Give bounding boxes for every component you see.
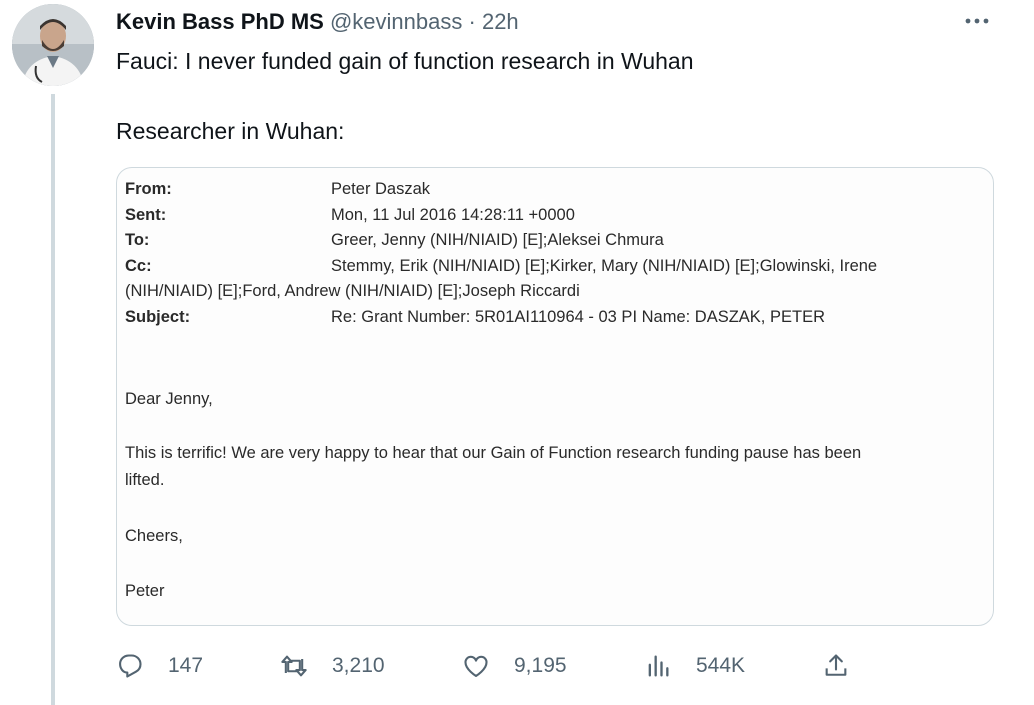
sent-label: Sent:: [125, 205, 167, 224]
email-sent-row: Sent: Mon, 11 Jul 2016 14:28:11 +0000: [125, 203, 985, 229]
email-greeting: Dear Jenny,: [125, 390, 213, 408]
header-separator: ·: [468, 9, 476, 34]
to-value: Greer, Jenny (NIH/NIAID) [E];Aleksei Chm…: [331, 231, 664, 250]
sent-value: Mon, 11 Jul 2016 14:28:11 +0000: [331, 205, 575, 224]
author-handle[interactable]: @kevinnbass: [330, 9, 462, 34]
cc-label: Cc:: [125, 256, 152, 275]
views-chart-icon: [648, 655, 669, 677]
from-value: Peter Daszak: [331, 180, 431, 198]
email-screenshot-image[interactable]: From: Peter Daszak Sent: Mon, 11 Jul 201…: [116, 167, 994, 626]
tweet-header: Kevin Bass PhD MS @kevinnbass · 22h: [116, 6, 519, 38]
avatar[interactable]: [12, 4, 94, 86]
views-button[interactable]: 544K: [644, 648, 745, 684]
retweet-button[interactable]: 3,210: [280, 648, 385, 684]
more-dots-glyph: [965, 18, 989, 24]
email-header: From: Peter Daszak Sent: Mon, 11 Jul 201…: [125, 177, 985, 331]
subject-value: Re: Grant Number: 5R01AI110964 - 03 PI N…: [331, 307, 825, 326]
email-cc-row: Cc: Stemmy, Erik (NIH/NIAID) [E];Kirker,…: [125, 254, 985, 280]
tweet-timestamp[interactable]: 22h: [482, 9, 519, 34]
email-body-line-2: lifted.: [125, 471, 165, 489]
tweet-actions-bar: 147 3,210 9,195 544K: [116, 648, 876, 684]
email-from-row: From: Peter Daszak: [125, 177, 985, 203]
reply-button[interactable]: 147: [116, 648, 203, 684]
email-body-line-1: This is terrific! We are very happy to h…: [125, 444, 862, 462]
cc-value-line-1: Stemmy, Erik (NIH/NIAID) [E];Kirker, Mar…: [331, 256, 878, 275]
share-button[interactable]: [822, 648, 850, 684]
tweet-line-1: Fauci: I never funded gain of function r…: [116, 48, 694, 74]
avatar-photo: [12, 4, 94, 86]
subject-label: Subject:: [125, 307, 191, 326]
retweet-icon: [281, 655, 307, 677]
tweet-text: Fauci: I never funded gain of function r…: [116, 44, 693, 148]
more-dots-icon[interactable]: [960, 6, 994, 38]
email-subject-row: Subject: Re: Grant Number: 5R01AI110964 …: [125, 305, 985, 331]
from-label: From:: [125, 180, 172, 198]
cc-value-line-2: (NIH/NIAID) [E];Ford, Andrew (NIH/NIAID)…: [125, 282, 580, 301]
views-count: 544K: [696, 654, 746, 677]
heart-icon: [464, 655, 488, 677]
share-icon: [825, 654, 847, 676]
retweet-count: 3,210: [332, 654, 385, 677]
like-button[interactable]: 9,195: [462, 648, 567, 684]
email-to-row: To: Greer, Jenny (NIH/NIAID) [E];Aleksei…: [125, 228, 985, 254]
email-closing: Cheers,: [125, 527, 183, 545]
to-label: To:: [125, 231, 150, 250]
like-count: 9,195: [514, 654, 567, 677]
author-name[interactable]: Kevin Bass PhD MS: [116, 9, 324, 34]
thread-line: [51, 94, 55, 705]
reply-icon: [119, 654, 142, 678]
email-cc-row-continued: (NIH/NIAID) [E];Ford, Andrew (NIH/NIAID)…: [125, 279, 985, 305]
email-signature: Peter: [125, 582, 165, 600]
reply-count: 147: [168, 654, 204, 677]
tweet-line-2: Researcher in Wuhan:: [116, 118, 345, 144]
